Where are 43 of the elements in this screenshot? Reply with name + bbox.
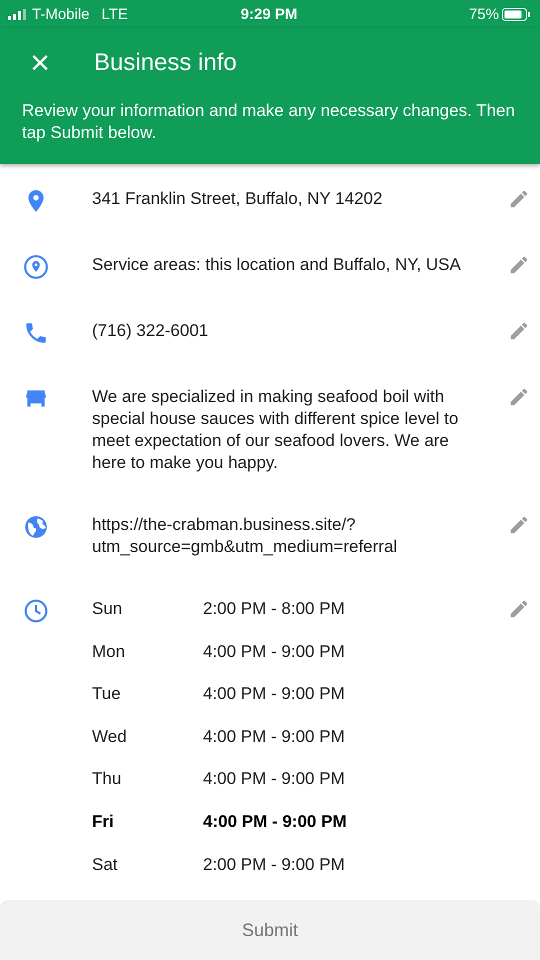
battery-percent: 75% xyxy=(468,6,499,22)
location-circle-icon xyxy=(23,254,49,280)
edit-button[interactable] xyxy=(508,598,530,620)
edit-button[interactable] xyxy=(508,188,530,210)
description-text: We are specialized in making seafood boil with special house sauces with different spice level to meet expectation of our seafood lovers. We are here to make you happy. xyxy=(92,387,458,472)
website-text: https://the-crabman.business.site/?utm_source=gmb&utm_medium=referral xyxy=(92,515,398,556)
day-name: Sun xyxy=(92,598,124,620)
battery-icon xyxy=(502,8,530,20)
pencil-icon xyxy=(508,254,530,276)
phone-text: (716) 322-6001 xyxy=(92,321,208,340)
carrier-name: T-Mobile xyxy=(32,6,90,22)
opening-hours: 4:00 PM - 9:00 PM xyxy=(203,640,345,663)
instructions-text: Review your information and make any necessary changes. Then tap Submit below. xyxy=(22,100,516,144)
pencil-icon xyxy=(508,598,530,620)
edit-button[interactable] xyxy=(508,514,530,536)
signal-icon xyxy=(8,8,26,20)
opening-hours: 2:00 PM - 8:00 PM xyxy=(203,598,345,620)
edit-button[interactable] xyxy=(508,386,530,408)
globe-icon xyxy=(23,514,49,540)
opening-hours: 4:00 PM - 9:00 PM xyxy=(203,683,345,706)
clock-icon xyxy=(23,598,49,624)
pencil-icon xyxy=(508,386,530,408)
day-name: Wed xyxy=(92,726,128,748)
day-name: Tue xyxy=(92,683,122,706)
address-text: 341 Franklin Street, Buffalo, NY 14202 xyxy=(92,189,382,208)
clock-time: 9:29 PM xyxy=(240,6,298,22)
day-name: Sat xyxy=(92,854,119,876)
opening-hours: 2:00 PM - 9:00 PM xyxy=(203,854,345,876)
edit-button[interactable] xyxy=(508,254,530,276)
opening-hours: 4:00 PM - 9:00 PM xyxy=(203,726,345,748)
opening-hours: 4:00 PM - 9:00 PM xyxy=(203,768,345,790)
day-name: Fri xyxy=(92,810,115,833)
pencil-icon xyxy=(508,514,530,536)
pencil-icon xyxy=(508,320,530,342)
opening-hours: 4:00 PM - 9:00 PM xyxy=(203,810,347,833)
page-title: Business info xyxy=(94,49,237,77)
network-type: LTE xyxy=(102,6,128,22)
service-area-text: Service areas: this location and Buffalo, NY, USA xyxy=(92,255,461,274)
pencil-icon xyxy=(508,188,530,210)
close-button[interactable]: × xyxy=(24,46,56,80)
day-name: Mon xyxy=(92,640,126,663)
day-name: Thu xyxy=(92,768,122,790)
edit-button[interactable] xyxy=(508,320,530,342)
